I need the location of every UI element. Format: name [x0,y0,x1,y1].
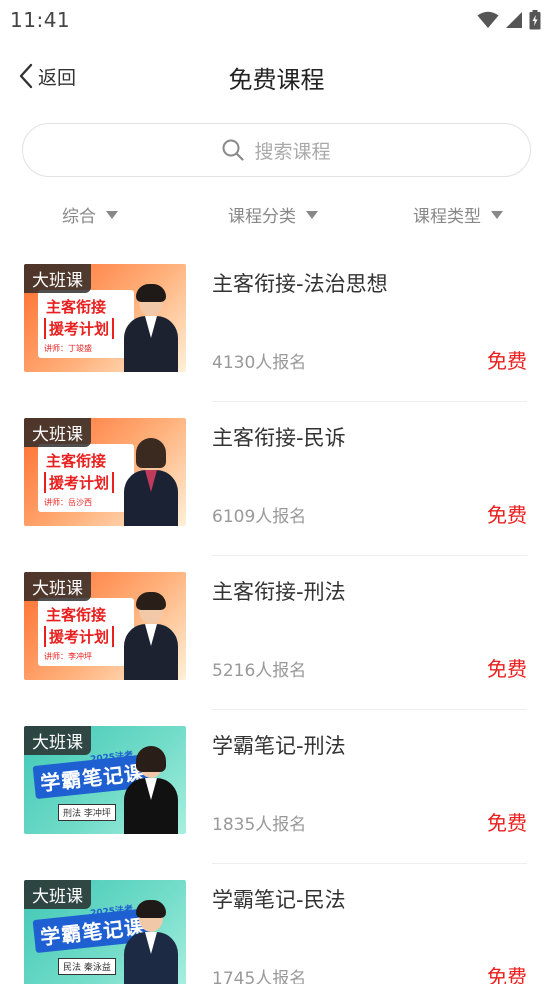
enroll-count: 6109人报名 [212,507,307,527]
filter-type[interactable]: 课程类型 [413,202,503,227]
course-title: 学霸笔记-民法 [212,888,346,912]
thumb-headline: 主客衔接 [46,452,107,470]
thumb-subline: 援考计划 [44,472,115,493]
course-thumbnail: 主客衔接 援考计划 讲师：李冲坪 大班课 [24,572,186,680]
dropdown-triangle-icon [491,210,503,219]
back-chevron-icon [19,63,33,89]
enroll-count: 1745人报名 [212,969,307,984]
search-placeholder: 搜索课程 [254,140,331,163]
thumb-teacher: 讲师：丁竣盛 [44,344,92,353]
class-type-badge: 大班课 [24,880,91,909]
thumb-teacher: 讲师：李冲坪 [44,652,92,661]
signal-icon [506,12,522,28]
course-info: 主客衔接-刑法 5216人报名 免费 [212,556,527,710]
price-label: 免费 [487,811,527,835]
course-info: 主客衔接-民诉 6109人报名 免费 [212,402,527,556]
enroll-count: 4130人报名 [212,353,307,373]
thumb-teacher: 刑法 李冲坪 [58,804,116,821]
course-thumbnail: 2025法考 学霸笔记课 刑法 李冲坪 大班课 [24,726,186,834]
price-label: 免费 [487,503,527,527]
dropdown-triangle-icon [106,210,118,219]
nav-bar: 返回 免费课程 [0,40,553,114]
filter-label: 课程分类 [228,207,296,227]
course-info: 学霸笔记-刑法 1835人报名 免费 [212,710,527,864]
filter-label: 课程类型 [413,207,481,227]
page-title: 免费课程 [228,66,325,94]
course-item[interactable]: 主客衔接 援考计划 讲师：李冲坪 大班课 主客衔接-刑法 5216人报名 免费 [0,556,553,710]
back-button[interactable]: 返回 [18,62,76,90]
teacher-photo [120,746,182,834]
filter-category[interactable]: 课程分类 [228,202,318,227]
class-type-badge: 大班课 [24,264,91,293]
teacher-photo [120,592,182,680]
course-title: 主客衔接-刑法 [212,580,346,604]
status-bar: 11:41 [0,0,553,40]
course-item[interactable]: 2025法考 学霸笔记课 刑法 李冲坪 大班课 学霸笔记-刑法 1835人报名 … [0,710,553,864]
course-info: 主客衔接-法治思想 4130人报名 免费 [212,248,527,402]
status-time: 11:41 [10,8,71,32]
course-item[interactable]: 主客衔接 援考计划 讲师：岳沙西 大班课 主客衔接-民诉 6109人报名 免费 [0,402,553,556]
wifi-icon [477,11,499,28]
filter-sort[interactable]: 综合 [62,202,118,227]
dropdown-triangle-icon [306,210,318,219]
teacher-photo [120,284,182,372]
search-wrap: 搜索课程 [0,114,553,177]
price-label: 免费 [487,965,527,984]
course-thumbnail: 主客衔接 援考计划 讲师：岳沙西 大班课 [24,418,186,526]
course-info: 学霸笔记-民法 1745人报名 免费 [212,864,527,984]
course-thumbnail: 主客衔接 援考计划 讲师：丁竣盛 大班课 [24,264,186,372]
course-item[interactable]: 2025法考 学霸笔记课 民法 秦泳益 大班课 学霸笔记-民法 1745人报名 … [0,864,553,984]
thumb-subline: 援考计划 [44,318,115,339]
thumb-teacher: 讲师：岳沙西 [44,498,92,507]
course-title: 主客衔接-法治思想 [212,272,388,296]
teacher-photo [120,900,182,984]
status-icons [477,10,541,30]
class-type-badge: 大班课 [24,572,91,601]
thumb-subline: 援考计划 [44,626,115,647]
search-icon [222,139,245,161]
price-label: 免费 [487,657,527,681]
filter-label: 综合 [62,207,96,227]
course-thumbnail: 2025法考 学霸笔记课 民法 秦泳益 大班课 [24,880,186,984]
teacher-photo [120,438,182,526]
class-type-badge: 大班课 [24,726,91,755]
course-item[interactable]: 主客衔接 援考计划 讲师：丁竣盛 大班课 主客衔接-法治思想 4130人报名 免… [0,248,553,402]
search-input[interactable]: 搜索课程 [22,123,531,177]
course-list: 主客衔接 援考计划 讲师：丁竣盛 大班课 主客衔接-法治思想 4130人报名 免… [0,248,553,984]
course-title: 主客衔接-民诉 [212,426,346,450]
thumb-headline: 主客衔接 [46,298,107,316]
thumb-teacher: 民法 秦泳益 [58,958,116,975]
enroll-count: 5216人报名 [212,661,307,681]
class-type-badge: 大班课 [24,418,91,447]
battery-icon [529,10,541,30]
enroll-count: 1835人报名 [212,815,307,835]
course-title: 学霸笔记-刑法 [212,734,346,758]
thumb-headline: 主客衔接 [46,606,107,624]
back-label: 返回 [38,66,77,89]
price-label: 免费 [487,349,527,373]
filter-bar: 综合 课程分类 课程类型 [0,177,553,247]
